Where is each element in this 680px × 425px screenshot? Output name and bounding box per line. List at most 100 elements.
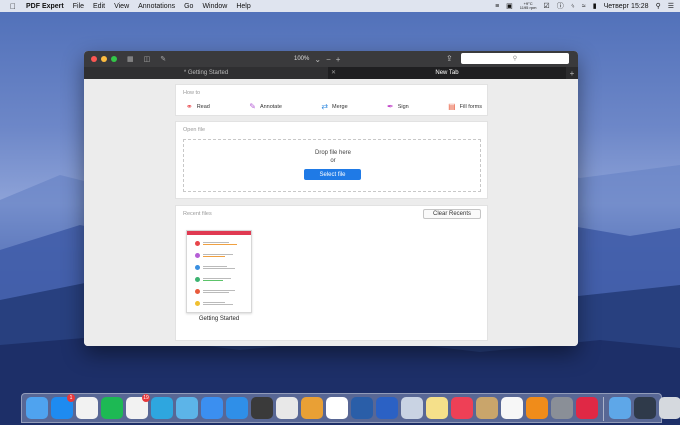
- pocket-icon[interactable]: [451, 397, 473, 419]
- menu-annotations[interactable]: Annotations: [138, 3, 175, 10]
- photos-icon[interactable]: [501, 397, 523, 419]
- clock-icon[interactable]: 19: [126, 394, 150, 419]
- system-preferences-icon[interactable]: [551, 397, 573, 419]
- tab-bar: * Getting Started ✕ New Tab +: [84, 67, 578, 79]
- action-label: Annotate: [259, 103, 282, 110]
- finder-icon[interactable]: [26, 397, 48, 419]
- how-to-read[interactable]: ⚭ Read: [186, 102, 210, 111]
- apple-menu-icon[interactable]: : [10, 2, 20, 11]
- share-icon[interactable]: ⇪: [446, 54, 453, 63]
- app-store-icon[interactable]: 1: [51, 394, 75, 419]
- how-to-annotate[interactable]: ✎ Annotate: [249, 102, 282, 111]
- messages-icon[interactable]: [201, 397, 223, 419]
- itunes-icon[interactable]: [76, 397, 98, 419]
- notification-badge: 19: [142, 394, 150, 402]
- notes-pencil-icon[interactable]: [276, 397, 298, 419]
- notification-center-icon[interactable]: ☰: [668, 2, 674, 10]
- calendar-icon[interactable]: [326, 397, 348, 419]
- phone-icon[interactable]: [634, 397, 656, 419]
- search-input[interactable]: ⚲: [461, 53, 569, 64]
- zoom-control: 100% ⌄ − +: [294, 51, 340, 67]
- action-label: Read: [196, 103, 210, 110]
- thumbnail-row: [195, 253, 233, 258]
- angry-app-icon[interactable]: [176, 397, 198, 419]
- merge-icon: ⇄: [321, 102, 329, 111]
- menu-extra-icon[interactable]: ≡: [495, 3, 499, 10]
- zoom-dropdown-chevron-icon[interactable]: ⌄: [314, 55, 321, 64]
- zoom-in-button[interactable]: +: [336, 55, 341, 64]
- how-to-sign[interactable]: ✒ Sign: [387, 102, 409, 111]
- search-icon: ⚲: [512, 56, 518, 62]
- how-to-fill-forms[interactable]: ▤ Fill forms: [448, 102, 482, 111]
- menu-window[interactable]: Window: [202, 3, 227, 10]
- action-label: Fill forms: [459, 103, 482, 110]
- menu-bar:  PDF Expert File Edit View Annotations …: [0, 0, 680, 12]
- tasks-icon[interactable]: [376, 397, 398, 419]
- thumbnail-row: [195, 277, 231, 282]
- new-tab-button[interactable]: +: [566, 67, 578, 79]
- archiver-icon[interactable]: [476, 397, 498, 419]
- recent-files-card: Recent files Clear Recents Getting Start…: [175, 205, 488, 341]
- menu-app-name[interactable]: PDF Expert: [26, 3, 64, 10]
- menu-clock[interactable]: Четверг 15:28: [604, 3, 649, 10]
- battery-icon[interactable]: ▮: [593, 2, 597, 10]
- menu-file[interactable]: File: [73, 3, 84, 10]
- annotate-pen-icon[interactable]: ✎: [160, 55, 166, 63]
- writer-icon[interactable]: [251, 397, 273, 419]
- action-label: Merge: [332, 103, 348, 110]
- thumbnail-row: [195, 265, 235, 270]
- fullscreen-window-button[interactable]: [111, 56, 117, 62]
- vlc-icon[interactable]: [526, 397, 548, 419]
- close-window-button[interactable]: [91, 56, 97, 62]
- safari-icon[interactable]: [226, 397, 248, 419]
- menu-go[interactable]: Go: [184, 3, 193, 10]
- spotify-icon[interactable]: [101, 397, 123, 419]
- recent-file-name[interactable]: Getting Started: [180, 316, 258, 322]
- recent-file-thumbnail[interactable]: [186, 230, 252, 313]
- download-app-icon[interactable]: [351, 397, 373, 419]
- glasses-icon: ⚭: [186, 102, 193, 111]
- stickies-icon[interactable]: [426, 397, 448, 419]
- image-menu-icon[interactable]: ▣: [506, 2, 513, 10]
- dock: 1 19: [21, 393, 680, 423]
- clear-recents-button[interactable]: Clear Recents: [423, 209, 481, 219]
- notification-badge: 1: [67, 394, 75, 402]
- dock-separator: [603, 397, 604, 421]
- tab-getting-started[interactable]: * Getting Started: [84, 67, 328, 79]
- pdf-expert-icon[interactable]: [576, 397, 598, 419]
- menu-view[interactable]: View: [114, 3, 129, 10]
- menu-help[interactable]: Help: [236, 3, 250, 10]
- how-to-title: How to: [183, 90, 201, 96]
- thumbnail-row: [195, 241, 237, 246]
- toolbox-icon[interactable]: [301, 397, 323, 419]
- menu-edit[interactable]: Edit: [93, 3, 105, 10]
- thumbnail-row: [195, 301, 233, 306]
- clipboard-icon[interactable]: ☑: [543, 2, 549, 10]
- or-text: or: [330, 158, 336, 164]
- weather-extra: 1195 rpm: [519, 5, 537, 10]
- zoom-level[interactable]: 100%: [294, 56, 309, 62]
- tab-new-tab[interactable]: ✕ New Tab: [328, 67, 566, 79]
- thumbnails-icon[interactable]: ▦: [127, 55, 134, 63]
- close-tab-icon[interactable]: ✕: [331, 69, 336, 76]
- sign-icon: ✒: [387, 102, 394, 111]
- select-file-button[interactable]: Select file: [304, 169, 361, 180]
- zoom-out-button[interactable]: −: [326, 55, 331, 64]
- spotlight-search-icon[interactable]: ⚲: [656, 2, 661, 10]
- minimize-window-button[interactable]: [101, 56, 107, 62]
- sidebar-icon[interactable]: ◫: [144, 55, 151, 63]
- weather-widget[interactable]: +9°C 1195 rpm: [520, 2, 537, 10]
- bluetooth-icon[interactable]: ᛃ: [571, 3, 575, 10]
- drop-zone[interactable]: Drop file here or Select file: [183, 139, 481, 192]
- form-icon: ▤: [448, 102, 456, 111]
- trash-icon[interactable]: [659, 397, 680, 419]
- tab-label: New Tab: [435, 70, 459, 76]
- folder-icon[interactable]: [609, 397, 631, 419]
- telegram-icon[interactable]: [151, 397, 173, 419]
- how-to-merge[interactable]: ⇄ Merge: [321, 102, 347, 111]
- dock-icons: 1 19: [26, 394, 680, 421]
- screenshot-icon[interactable]: [401, 397, 423, 419]
- how-to-actions: ⚭ Read ✎ Annotate ⇄ Merge ✒ Sign ▤ Fill …: [186, 102, 482, 111]
- wifi-icon[interactable]: ≈: [582, 3, 586, 10]
- info-icon[interactable]: ⓘ: [557, 1, 564, 11]
